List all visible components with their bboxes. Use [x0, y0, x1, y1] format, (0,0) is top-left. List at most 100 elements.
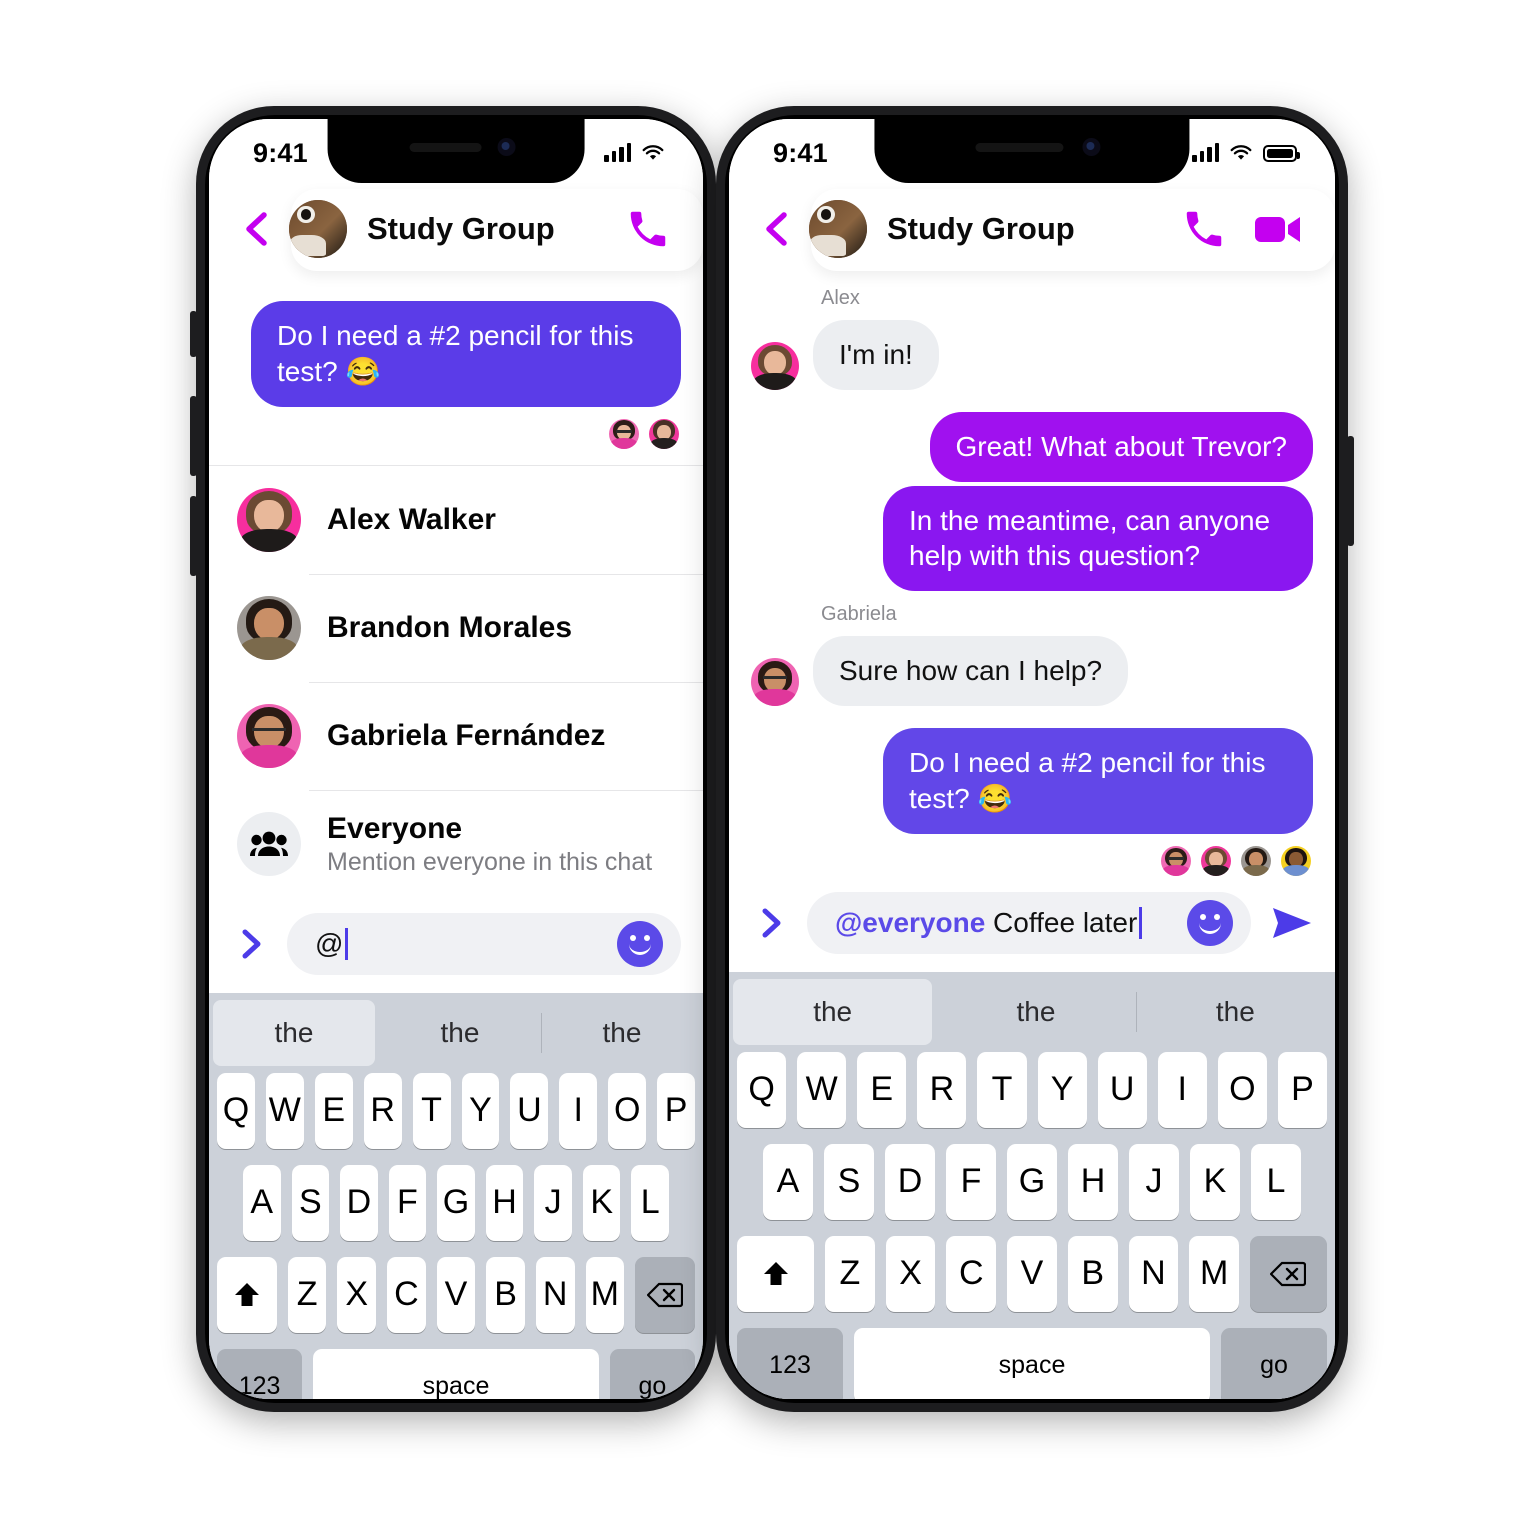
- key[interactable]: O: [1217, 1051, 1267, 1128]
- key[interactable]: X: [337, 1256, 377, 1333]
- key[interactable]: N: [1128, 1235, 1179, 1312]
- avatar: [647, 416, 681, 451]
- key[interactable]: B: [1067, 1235, 1118, 1312]
- message-bubble[interactable]: I'm in!: [813, 320, 939, 390]
- key[interactable]: P: [1277, 1051, 1327, 1128]
- key[interactable]: M: [585, 1256, 625, 1333]
- key[interactable]: G: [1007, 1143, 1057, 1220]
- key[interactable]: C: [387, 1256, 426, 1333]
- message-input-text: Coffee later: [985, 906, 1138, 938]
- key[interactable]: L: [631, 1164, 670, 1241]
- key[interactable]: A: [242, 1164, 281, 1241]
- key[interactable]: S: [291, 1164, 330, 1241]
- key[interactable]: Y: [1037, 1051, 1087, 1128]
- key[interactable]: Y: [461, 1072, 500, 1149]
- list-item[interactable]: Brandon Morales: [209, 573, 703, 682]
- prediction-chip[interactable]: the: [936, 972, 1135, 1052]
- key[interactable]: G: [437, 1164, 475, 1241]
- chevron-right-icon[interactable]: [231, 924, 271, 964]
- key[interactable]: W: [265, 1072, 304, 1149]
- key[interactable]: U: [1097, 1051, 1147, 1128]
- key[interactable]: B: [486, 1256, 525, 1333]
- list-item-everyone[interactable]: Everyone Mention everyone in this chat: [209, 789, 703, 899]
- mute-switch[interactable]: [190, 311, 197, 357]
- key[interactable]: H: [1068, 1143, 1118, 1220]
- group-avatar[interactable]: [289, 200, 347, 258]
- key[interactable]: I: [559, 1072, 598, 1149]
- key[interactable]: V: [436, 1256, 476, 1333]
- phone-call-icon[interactable]: [625, 206, 671, 252]
- list-item[interactable]: Gabriela Fernández: [209, 681, 703, 790]
- prediction-chip[interactable]: the: [733, 978, 933, 1045]
- key[interactable]: J: [534, 1164, 572, 1241]
- power-button[interactable]: [1347, 436, 1354, 546]
- key[interactable]: H: [485, 1164, 524, 1241]
- key[interactable]: Q: [216, 1072, 255, 1149]
- message-bubble[interactable]: Sure how can I help?: [813, 636, 1129, 707]
- back-chevron-icon[interactable]: [235, 206, 281, 252]
- key[interactable]: V: [1007, 1235, 1057, 1312]
- video-camera-icon[interactable]: [1253, 211, 1303, 247]
- key[interactable]: P: [657, 1072, 696, 1149]
- key[interactable]: Z: [287, 1256, 327, 1333]
- key[interactable]: Z: [825, 1235, 875, 1312]
- reaction-avatars[interactable]: [209, 407, 703, 451]
- key[interactable]: N: [535, 1256, 575, 1333]
- prediction-chip[interactable]: the: [379, 993, 541, 1073]
- group-avatar[interactable]: [809, 200, 867, 258]
- key[interactable]: U: [510, 1072, 549, 1149]
- numbers-key[interactable]: 123: [217, 1348, 303, 1399]
- shift-arrow-icon[interactable]: [737, 1235, 815, 1312]
- key[interactable]: K: [1190, 1143, 1240, 1220]
- message-bubble[interactable]: Do I need a #2 pencil for this test? 😂: [251, 301, 681, 407]
- message-bubble[interactable]: Great! What about Trevor?: [929, 411, 1313, 482]
- volume-up-button[interactable]: [190, 396, 197, 476]
- message-bubble[interactable]: In the meantime, can anyone help with th…: [883, 485, 1313, 592]
- key[interactable]: T: [412, 1072, 451, 1149]
- prediction-chip[interactable]: the: [1135, 972, 1335, 1052]
- message-row: Great! What about Trevor?: [729, 411, 1335, 482]
- key[interactable]: T: [977, 1051, 1027, 1128]
- prediction-chip[interactable]: the: [213, 999, 375, 1066]
- key[interactable]: F: [946, 1143, 996, 1220]
- smiley-face-icon[interactable]: [617, 920, 663, 967]
- key[interactable]: Q: [737, 1051, 787, 1128]
- back-chevron-icon[interactable]: [755, 206, 801, 252]
- key[interactable]: S: [824, 1143, 874, 1220]
- key[interactable]: R: [917, 1051, 967, 1128]
- volume-down-button[interactable]: [190, 496, 197, 576]
- message-bubble[interactable]: Do I need a #2 pencil for this test? 😂: [883, 728, 1313, 834]
- key[interactable]: A: [763, 1143, 813, 1220]
- reaction-avatars[interactable]: [729, 834, 1335, 878]
- key[interactable]: D: [340, 1164, 378, 1241]
- key[interactable]: M: [1189, 1235, 1239, 1312]
- key[interactable]: K: [582, 1164, 621, 1241]
- key[interactable]: I: [1157, 1051, 1207, 1128]
- key[interactable]: L: [1251, 1143, 1301, 1220]
- key[interactable]: R: [363, 1072, 402, 1149]
- key[interactable]: C: [946, 1235, 997, 1312]
- send-paper-plane-icon[interactable]: [1267, 900, 1313, 946]
- conversation-left: Do I need a #2 pencil for this test? 😂 A…: [209, 275, 703, 899]
- prediction-chip[interactable]: the: [541, 993, 703, 1073]
- message-input[interactable]: @: [287, 912, 681, 975]
- key[interactable]: O: [608, 1072, 647, 1149]
- key[interactable]: W: [797, 1051, 847, 1128]
- backspace-delete-icon[interactable]: [635, 1256, 695, 1333]
- key[interactable]: F: [388, 1164, 427, 1241]
- message-input[interactable]: @everyone Coffee later: [807, 891, 1251, 954]
- backspace-delete-icon[interactable]: [1249, 1235, 1328, 1312]
- shift-arrow-icon[interactable]: [217, 1256, 277, 1333]
- chevron-right-icon[interactable]: [751, 903, 791, 943]
- key[interactable]: E: [314, 1072, 353, 1149]
- space-key[interactable]: space: [313, 1348, 599, 1399]
- phone-call-icon[interactable]: [1181, 206, 1227, 252]
- key[interactable]: D: [885, 1143, 935, 1220]
- key[interactable]: E: [857, 1051, 907, 1128]
- list-item[interactable]: Alex Walker: [209, 466, 703, 574]
- space-key[interactable]: space: [854, 1327, 1210, 1399]
- go-key[interactable]: go: [609, 1348, 695, 1399]
- key[interactable]: J: [1129, 1143, 1179, 1220]
- key[interactable]: X: [885, 1235, 936, 1312]
- smiley-face-icon[interactable]: [1187, 899, 1233, 946]
